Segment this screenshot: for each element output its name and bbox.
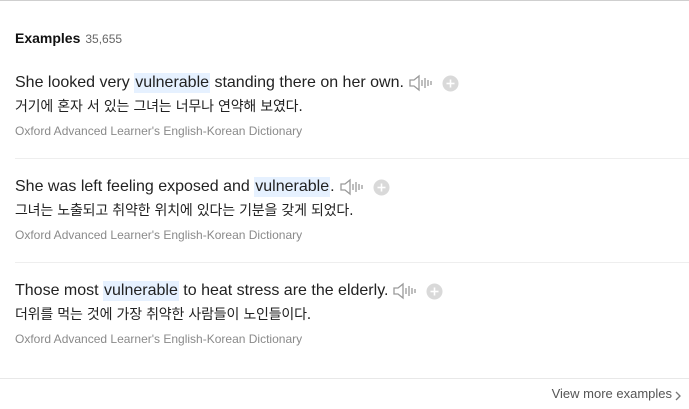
sentence-before: Those most (15, 282, 104, 299)
example-sentence: She was left feeling exposed and vulnera… (15, 175, 689, 199)
example-divider (15, 262, 689, 263)
example-translation: 그녀는 노출되고 취약한 위치에 있다는 기분을 갖게 되었다. (15, 203, 354, 219)
view-more-examples-link[interactable]: View more examples (552, 386, 681, 401)
add-to-wordbook-icon[interactable] (373, 179, 390, 196)
sentence-after: to heat stress are the elderly. (178, 282, 389, 299)
example-source: Oxford Advanced Learner's English-Korean… (15, 228, 303, 242)
example-translation: 더위를 먹는 것에 가장 취약한 사람들이 노인들이다. (15, 307, 312, 323)
examples-header: Examples 35,655 (15, 30, 122, 46)
example-sentence: She looked very vulnerable standing ther… (15, 71, 689, 95)
footer-divider (0, 378, 689, 379)
speaker-icon[interactable] (408, 73, 434, 93)
examples-title: Examples (15, 30, 81, 46)
highlighted-keyword: vulnerable (254, 177, 331, 197)
example-item: She was left feeling exposed and vulnera… (15, 175, 689, 243)
add-to-wordbook-icon[interactable] (442, 75, 459, 92)
sentence-after: standing there on her own. (210, 74, 404, 91)
example-source: Oxford Advanced Learner's English-Korean… (15, 124, 303, 138)
speaker-icon[interactable] (339, 177, 365, 197)
example-source: Oxford Advanced Learner's English-Korean… (15, 332, 303, 346)
highlighted-keyword: vulnerable (103, 281, 179, 301)
examples-count: 35,655 (85, 32, 123, 46)
sentence-before: She looked very (15, 74, 135, 91)
highlighted-keyword: vulnerable (134, 73, 211, 93)
example-item: Those most vulnerable to heat stress are… (15, 279, 689, 347)
chevron-right-icon (675, 389, 681, 400)
add-to-wordbook-icon[interactable] (426, 283, 443, 300)
example-item: She looked very vulnerable standing ther… (15, 71, 689, 139)
sentence-before: She was left feeling exposed and (15, 178, 255, 195)
sentence-after: . (330, 178, 335, 195)
view-more-label: View more examples (551, 386, 672, 401)
speaker-icon[interactable] (392, 281, 418, 301)
example-sentence: Those most vulnerable to heat stress are… (15, 279, 689, 303)
example-translation: 거기에 혼자 서 있는 그녀는 너무나 연약해 보였다. (15, 99, 303, 115)
top-divider (0, 0, 689, 1)
example-divider (15, 158, 689, 159)
